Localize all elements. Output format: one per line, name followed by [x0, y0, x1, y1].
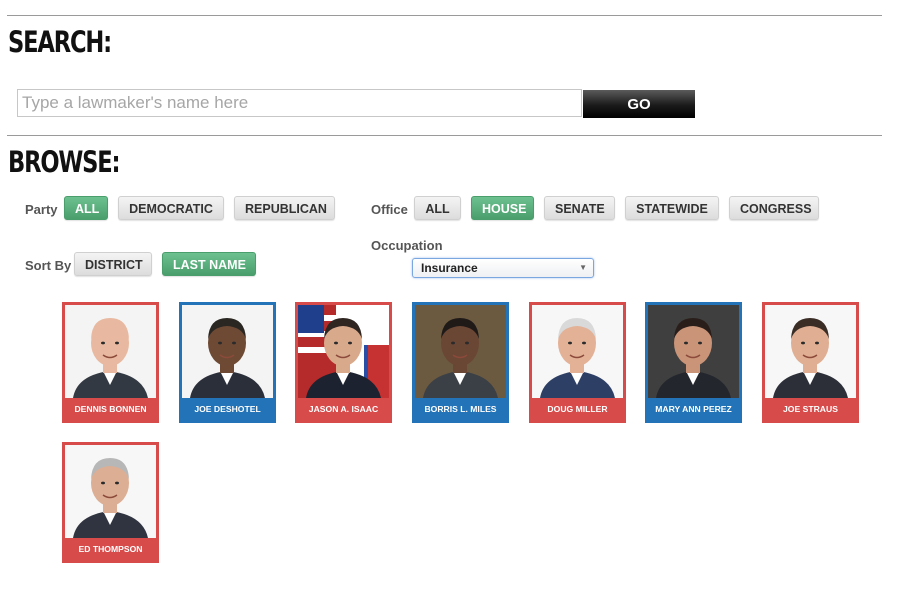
lawmaker-finder-page: SEARCH: GO BROWSE: Party ALL DEMOCRATIC …	[0, 0, 900, 600]
occupation-label: Occupation	[371, 238, 443, 253]
occupation-selected-value: Insurance	[421, 261, 478, 275]
lawmaker-card[interactable]: JOE DESHOTEL	[179, 302, 276, 423]
party-label: Party	[25, 202, 58, 217]
lawmaker-card[interactable]: DOUG MILLER	[529, 302, 626, 423]
office-filter-house[interactable]: HOUSE	[471, 196, 534, 220]
lawmaker-photo	[532, 305, 623, 398]
occupation-select[interactable]: Insurance ▼	[412, 258, 594, 278]
lawmaker-card[interactable]: BORRIS L. MILES	[412, 302, 509, 423]
go-button[interactable]: GO	[583, 90, 695, 118]
lawmaker-photo	[765, 305, 856, 398]
lawmaker-card[interactable]: JOE STRAUS	[762, 302, 859, 423]
lawmaker-name: JOE DESHOTEL	[194, 404, 261, 414]
lawmaker-name: DOUG MILLER	[547, 404, 608, 414]
office-filter-statewide[interactable]: STATEWIDE	[625, 196, 719, 220]
lawmaker-name: MARY ANN PEREZ	[655, 404, 732, 414]
office-label: Office	[371, 202, 408, 217]
office-filter-senate[interactable]: SENATE	[544, 196, 615, 220]
lawmaker-card[interactable]: JASON A. ISAAC	[295, 302, 392, 423]
lawmaker-name: BORRIS L. MILES	[424, 404, 497, 414]
party-filter-democratic[interactable]: DEMOCRATIC	[118, 196, 224, 220]
lawmaker-photo	[65, 445, 156, 538]
section-divider	[7, 135, 882, 136]
lawmaker-photo	[298, 305, 389, 398]
lawmaker-photo	[415, 305, 506, 398]
lawmaker-name: JOE STRAUS	[783, 404, 838, 414]
search-heading: SEARCH:	[8, 25, 112, 59]
lawmaker-photo	[65, 305, 156, 398]
browse-heading: BROWSE:	[8, 145, 121, 179]
sort-by-last-name[interactable]: LAST NAME	[162, 252, 256, 276]
party-filter-all[interactable]: ALL	[64, 196, 108, 220]
lawmaker-card[interactable]: MARY ANN PEREZ	[645, 302, 742, 423]
top-divider	[7, 15, 882, 16]
lawmaker-name: JASON A. ISAAC	[308, 404, 379, 414]
sort-by-label: Sort By	[25, 258, 72, 273]
sort-by-district[interactable]: DISTRICT	[74, 252, 152, 276]
lawmaker-card[interactable]: ED THOMPSON	[62, 442, 159, 563]
lawmaker-name: ED THOMPSON	[78, 544, 143, 554]
office-filter-congress[interactable]: CONGRESS	[729, 196, 819, 220]
chevron-down-icon: ▼	[579, 263, 587, 272]
lawmaker-photo	[182, 305, 273, 398]
lawmaker-search-input[interactable]	[17, 89, 582, 117]
lawmaker-photo	[648, 305, 739, 398]
party-filter-republican[interactable]: REPUBLICAN	[234, 196, 335, 220]
lawmaker-name: DENNIS BONNEN	[74, 404, 147, 414]
lawmaker-card[interactable]: DENNIS BONNEN	[62, 302, 159, 423]
office-filter-all[interactable]: ALL	[414, 196, 461, 220]
